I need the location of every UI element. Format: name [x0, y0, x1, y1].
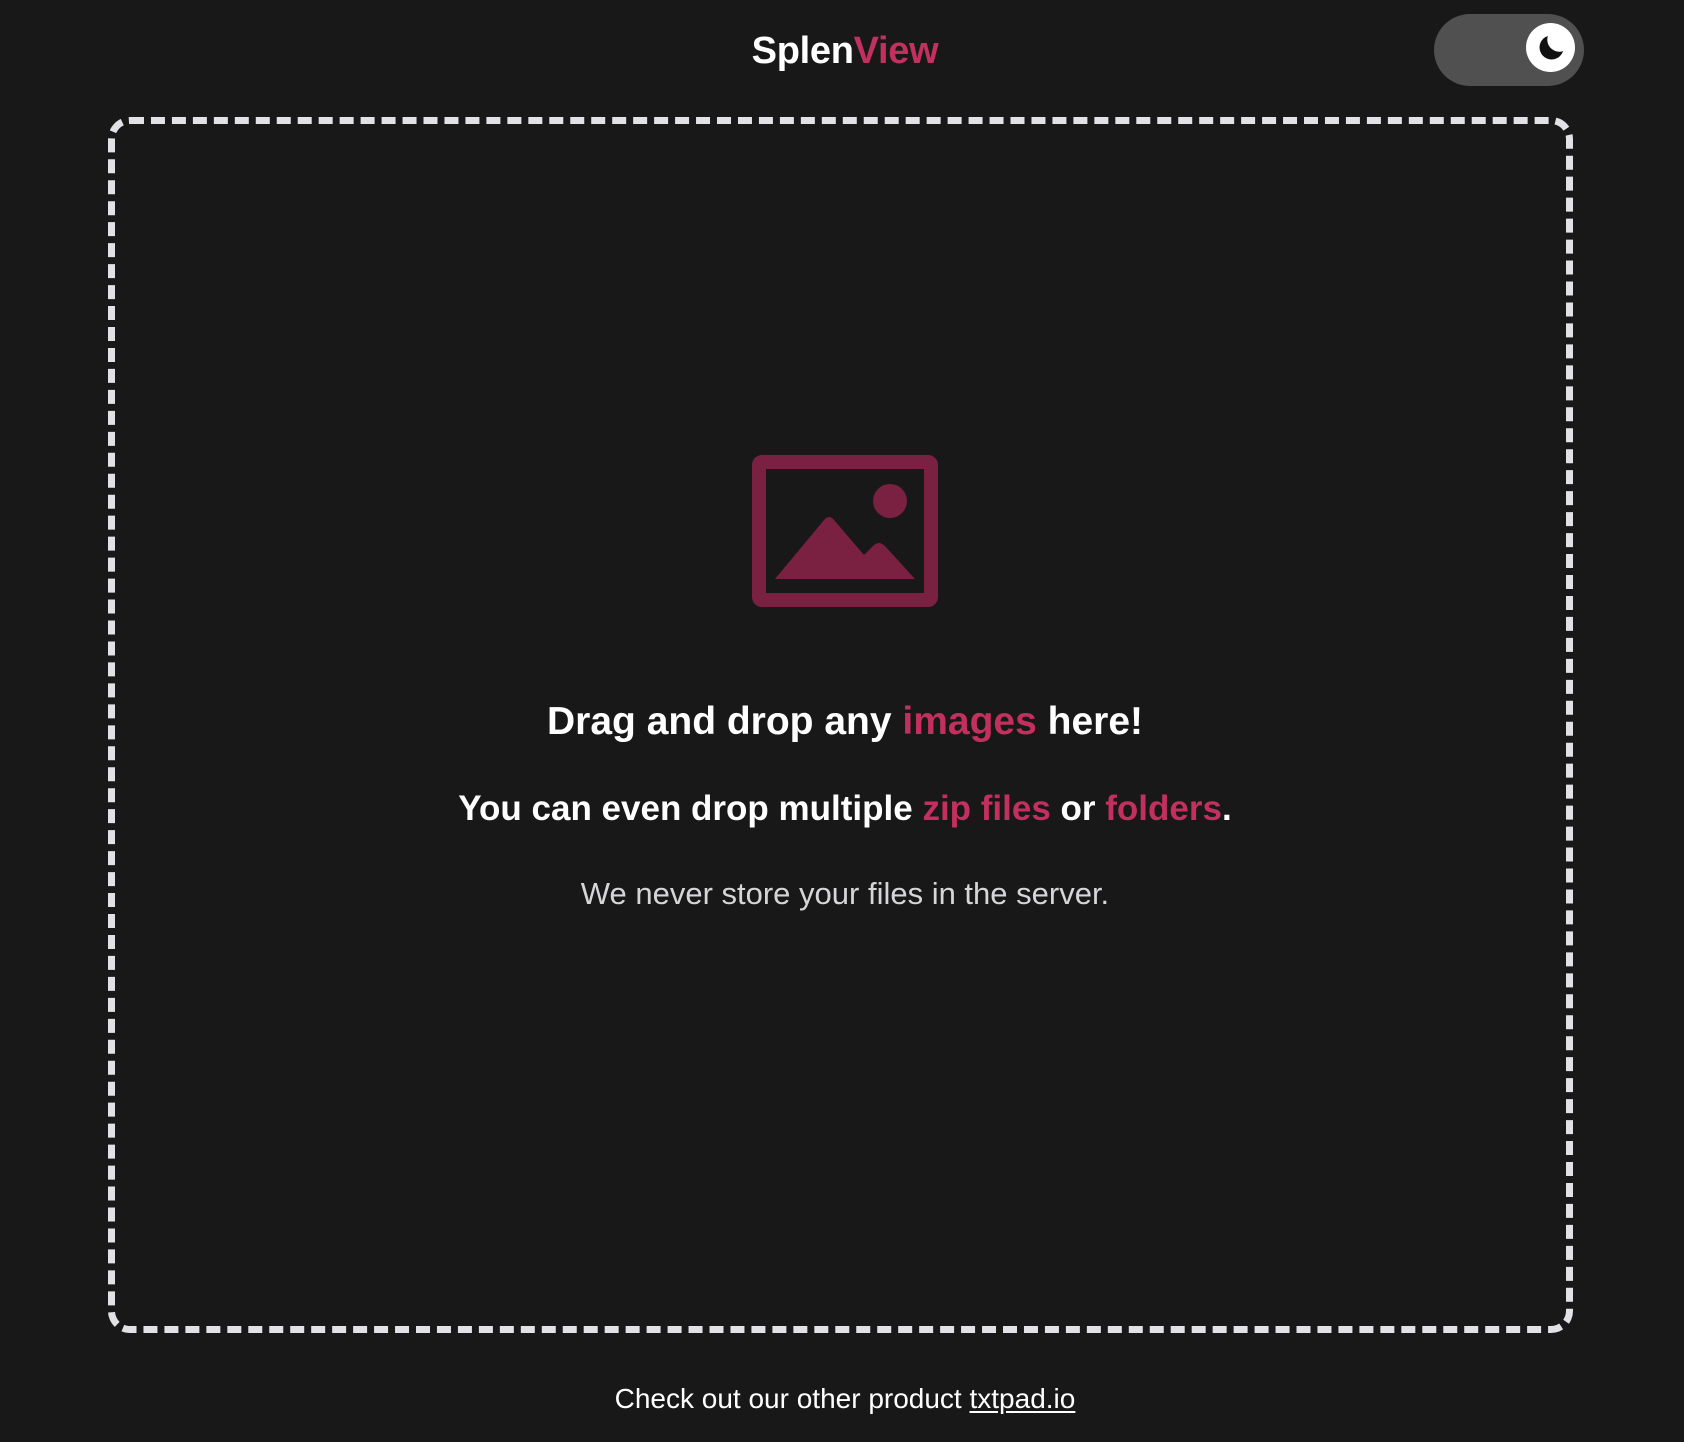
theme-toggle[interactable]	[1434, 14, 1584, 86]
drop-subheading-period: .	[1221, 789, 1232, 828]
page: SplenView Drag and drop any images here!…	[0, 0, 1684, 1442]
drop-heading: Drag and drop any images here!	[0, 697, 1684, 747]
logo-part-view: View	[853, 30, 939, 72]
drop-subheading-or: or	[1050, 789, 1106, 828]
zip-files-highlight: zip files	[922, 789, 1051, 828]
image-icon	[752, 455, 938, 607]
moon-icon	[1534, 31, 1568, 65]
logo-part-splen: Splen	[751, 30, 854, 72]
drop-heading-text: Drag and drop any	[547, 700, 903, 743]
folders-highlight: folders	[1105, 789, 1222, 828]
header: SplenView	[0, 0, 1684, 100]
images-highlight: images	[902, 700, 1037, 743]
toggle-knob	[1526, 23, 1575, 72]
footer: Check out our other product txtpad.io	[0, 1381, 1684, 1417]
txtpad-link[interactable]: txtpad.io	[970, 1383, 1076, 1414]
app-logo: SplenView	[0, 28, 1684, 74]
footer-text: Check out our other product	[614, 1383, 970, 1414]
drop-subheading: You can even drop multiple zip files or …	[0, 786, 1684, 832]
privacy-note: We never store your files in the server.	[580, 876, 1110, 911]
drop-subheading-text: You can even drop multiple	[458, 789, 923, 828]
drop-heading-suffix: here!	[1036, 700, 1143, 743]
